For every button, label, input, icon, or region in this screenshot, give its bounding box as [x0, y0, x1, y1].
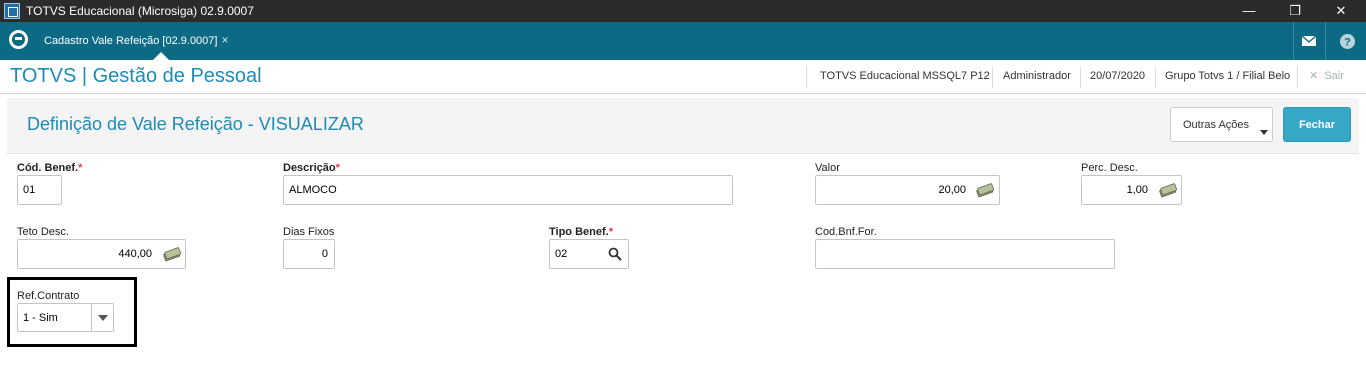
money-icon[interactable] [976, 182, 994, 198]
perc-desc-field[interactable]: 1,00 [1081, 175, 1182, 205]
valor-label: Valor [815, 162, 840, 174]
panel-header: Definição de Vale Refeição - VISUALIZAR … [7, 98, 1359, 154]
required-marker: * [335, 162, 340, 174]
exit-icon: ✕ [1309, 70, 1319, 82]
descricao-label: Descrição* [283, 162, 340, 174]
environment-label: TOTVS Educacional MSSQL7 P12 [820, 70, 990, 82]
maximize-button[interactable]: ❐ [1272, 0, 1318, 22]
cod-benef-value: 01 [23, 184, 36, 196]
active-tab-pointer [153, 52, 169, 60]
module-header: TOTVS | Gestão de Pessoal TOTVS Educacio… [0, 60, 1366, 94]
teto-desc-value: 440,00 [118, 248, 152, 260]
cod-bnf-for-field[interactable] [815, 239, 1115, 269]
tipo-benef-value: 02 [555, 248, 568, 260]
close-window-button[interactable]: ✕ [1318, 0, 1364, 22]
cod-benef-label: Cód. Benef.* [17, 162, 83, 174]
dias-fixos-value: 0 [321, 248, 328, 260]
minimize-button[interactable]: — [1226, 0, 1272, 22]
perc-desc-label: Perc. Desc. [1081, 162, 1138, 174]
header-separator [992, 66, 993, 88]
teto-desc-label: Teto Desc. [17, 226, 69, 238]
descricao-value: ALMOCO [289, 184, 337, 196]
tab-cadastro-vale-refeicao[interactable]: Cadastro Vale Refeição [02.9.0007] × [36, 22, 237, 60]
exit-button[interactable]: ✕ Sair [1309, 69, 1344, 82]
app-toolbar: Cadastro Vale Refeição [02.9.0007] × ? [0, 22, 1366, 60]
perc-desc-value: 1,00 [1126, 184, 1148, 196]
dias-fixos-label: Dias Fixos [283, 226, 335, 238]
toolbar-divider [1325, 22, 1326, 60]
mail-icon[interactable] [1293, 22, 1325, 60]
highlight-box [7, 277, 137, 347]
date-label: 20/07/2020 [1090, 70, 1146, 82]
tipo-benef-label: Tipo Benef.* [549, 226, 613, 238]
module-brand: TOTVS | Gestão de Pessoal [10, 65, 262, 87]
teto-desc-field[interactable]: 440,00 [17, 239, 186, 269]
header-separator [1297, 66, 1298, 88]
tab-label: Cadastro Vale Refeição [02.9.0007] [44, 35, 218, 47]
page-title: Definição de Vale Refeição - VISUALIZAR [27, 114, 364, 134]
money-icon[interactable] [1159, 182, 1177, 198]
user-label: Administrador [1003, 70, 1071, 82]
chevron-down-icon [1260, 130, 1268, 135]
cod-benef-field[interactable]: 01 [17, 175, 62, 205]
tab-close-icon[interactable]: × [221, 33, 228, 47]
valor-field[interactable]: 20,00 [815, 175, 1000, 205]
window-titlebar: TOTVS Educacional (Microsiga) 02.9.0007 … [0, 0, 1366, 22]
tipo-benef-field[interactable]: 02 [549, 239, 629, 269]
app-window-icon [4, 3, 20, 19]
header-separator [1155, 66, 1156, 88]
valor-value: 20,00 [938, 184, 966, 196]
cod-bnf-for-label: Cod.Bnf.For. [815, 226, 877, 238]
branch-label: Grupo Totvs 1 / Filial Belo [1165, 70, 1291, 82]
dias-fixos-field[interactable]: 0 [283, 239, 335, 269]
close-button[interactable]: Fechar [1283, 107, 1351, 142]
required-marker: * [608, 226, 613, 238]
other-actions-label: Outras Ações [1183, 119, 1250, 131]
header-separator [1080, 66, 1081, 88]
form-panel: Definição de Vale Refeição - VISUALIZAR … [7, 98, 1359, 388]
other-actions-button[interactable]: Outras Ações [1170, 107, 1273, 142]
exit-label: Sair [1324, 70, 1344, 82]
totvs-logo-icon[interactable] [9, 30, 28, 49]
svg-text:?: ? [1344, 36, 1351, 48]
money-icon[interactable] [163, 246, 181, 262]
required-marker: * [78, 162, 83, 174]
window-title: TOTVS Educacional (Microsiga) 02.9.0007 [26, 4, 254, 18]
search-icon[interactable] [608, 247, 622, 261]
header-separator [806, 66, 807, 88]
help-icon[interactable]: ? [1331, 22, 1363, 60]
descricao-field[interactable]: ALMOCO [283, 175, 733, 205]
